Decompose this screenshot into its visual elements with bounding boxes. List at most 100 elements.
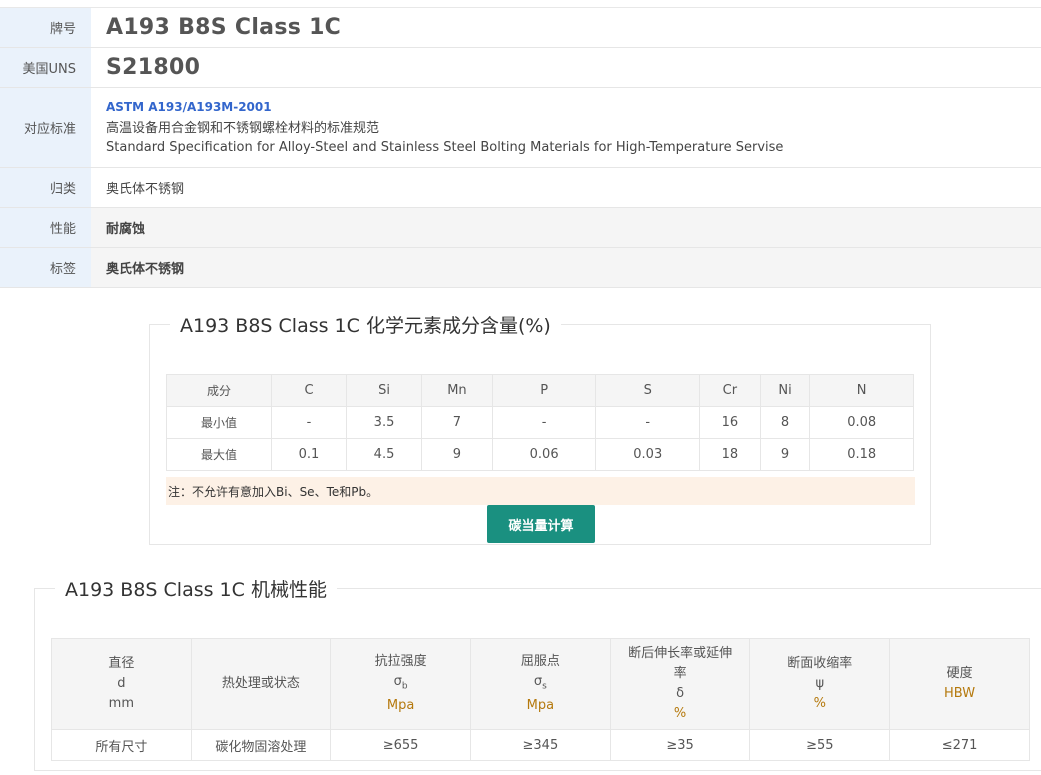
tag-row: 标签 奥氏体不锈钢	[0, 248, 1041, 288]
material-info-table: 牌号 A193 B8S Class 1C 美国UNS S21800 对应标准 A…	[0, 7, 1041, 288]
header-text: 屈服点	[520, 653, 560, 669]
sigma-symbol: σ	[533, 673, 543, 689]
chem-header-cell: P	[491, 374, 597, 407]
chem-header-cell: Mn	[421, 374, 493, 407]
uns-row: 美国UNS S21800	[0, 48, 1041, 88]
performance-value[interactable]: 耐腐蚀	[106, 218, 1041, 237]
chem-header-cell: 成分	[166, 374, 272, 407]
chem-header-cell: S	[595, 374, 701, 407]
grade-value: A193 B8S Class 1C	[106, 15, 342, 40]
chem-header-cell: Cr	[699, 374, 761, 407]
mech-cell: 所有尺寸	[51, 729, 192, 761]
symbol-subscript: b	[401, 681, 408, 692]
performance-row: 性能 耐腐蚀	[0, 208, 1041, 248]
mech-cell: ≥655	[330, 729, 471, 761]
standard-row: 对应标准 ASTM A193/A193M-2001 高温设备用合金钢和不锈钢螺栓…	[0, 88, 1041, 168]
symbol-subscript: s	[542, 681, 547, 692]
yield-header: 屈服点 σs Mpa	[469, 638, 611, 730]
chem-title-suffix: 化学元素成分含量(%)	[359, 315, 551, 337]
category-row: 归类 奥氏体不锈钢	[0, 168, 1041, 208]
diameter-header: 直径 d mm	[51, 638, 192, 730]
header-text: 断面收缩率	[787, 656, 853, 671]
chem-header-row: 成分 C Si Mn P S Cr Ni N	[166, 374, 914, 407]
mech-cell: ≤271	[889, 729, 1030, 761]
chem-cell: 0.03	[595, 438, 701, 471]
chem-cell: 最大值	[166, 438, 272, 471]
chem-cell: 0.1	[270, 438, 348, 471]
standard-label: 对应标准	[0, 88, 91, 167]
chem-cell: -	[270, 406, 348, 439]
header-unit: HBW	[944, 686, 976, 701]
mech-cell: 碳化物固溶处理	[190, 729, 332, 761]
chem-cell: 最小值	[166, 406, 272, 439]
chem-cell: 3.5	[346, 406, 423, 439]
chem-cell: 0.06	[491, 438, 597, 471]
chem-cell: -	[491, 406, 597, 439]
tag-label: 标签	[0, 248, 91, 287]
chem-cell: 7	[421, 406, 493, 439]
reduction-header: 断面收缩率 ψ %	[749, 638, 891, 730]
treatment-header: 热处理或状态	[190, 638, 332, 730]
mechanical-properties-title: A193 B8S Class 1C 机械性能	[55, 575, 337, 602]
chem-header-cell: Si	[346, 374, 423, 407]
category-label: 归类	[0, 168, 91, 207]
mechanical-properties-table: 直径 d mm 热处理或状态 抗拉强度 σb Mpa 屈服点 σs Mpa 断后…	[51, 638, 1030, 761]
mech-cell: ≥345	[469, 729, 611, 761]
mech-title-grade: A193 B8S Class 1C	[65, 579, 245, 601]
chem-cell: 9	[759, 438, 811, 471]
mechanical-properties-section: A193 B8S Class 1C 机械性能 直径 d mm 热处理或状态 抗拉…	[34, 575, 1041, 771]
tensile-header: 抗拉强度 σb Mpa	[330, 638, 471, 730]
chem-title-grade: A193 B8S Class 1C	[180, 315, 360, 337]
tag-value[interactable]: 奥氏体不锈钢	[106, 258, 1041, 277]
mech-data-row: 所有尺寸 碳化物固溶处理 ≥655 ≥345 ≥35 ≥55 ≤271	[51, 729, 1030, 761]
header-symbol: d	[117, 676, 126, 691]
chem-note: 注：不允许有意加入Bi、Se、Te和Pb。	[166, 477, 915, 505]
chem-header-cell: N	[809, 374, 914, 407]
chemical-composition-section: A193 B8S Class 1C 化学元素成分含量(%) 成分 C Si Mn…	[149, 311, 931, 545]
mech-header-row: 直径 d mm 热处理或状态 抗拉强度 σb Mpa 屈服点 σs Mpa 断后…	[51, 638, 1030, 730]
chem-cell: 0.08	[809, 406, 914, 439]
header-unit: %	[673, 706, 687, 721]
category-value: 奥氏体不锈钢	[106, 182, 185, 197]
uns-label: 美国UNS	[0, 48, 91, 87]
chem-cell: 8	[759, 406, 811, 439]
chem-header-cell: C	[270, 374, 348, 407]
chem-cell: 0.18	[809, 438, 914, 471]
chem-cell: 4.5	[346, 438, 423, 471]
header-unit: mm	[108, 696, 134, 711]
standard-code-link[interactable]: ASTM A193/A193M-2001	[106, 100, 1041, 114]
chem-cell: 16	[699, 406, 761, 439]
mech-title-suffix: 机械性能	[244, 579, 327, 601]
uns-value: S21800	[106, 55, 201, 80]
carbon-equivalent-button[interactable]: 碳当量计算	[487, 505, 595, 543]
chemical-composition-title: A193 B8S Class 1C 化学元素成分含量(%)	[170, 311, 561, 338]
header-unit: %	[813, 696, 826, 711]
chem-cell: -	[595, 406, 701, 439]
chem-max-row: 最大值 0.1 4.5 9 0.06 0.03 18 9 0.18	[166, 438, 914, 471]
header-symbol: ψ	[815, 676, 825, 691]
header-symbol: σb	[331, 672, 470, 697]
header-symbol: δ	[676, 686, 685, 701]
standard-title-en: Standard Specification for Alloy-Steel a…	[106, 140, 784, 155]
chem-min-row: 最小值 - 3.5 7 - - 16 8 0.08	[166, 406, 914, 439]
header-unit: Mpa	[526, 698, 555, 714]
mech-cell: ≥55	[749, 729, 891, 761]
grade-row: 牌号 A193 B8S Class 1C	[0, 8, 1041, 48]
sigma-symbol: σ	[393, 673, 402, 689]
elongation-header: 断后伸长率或延伸 率 δ %	[609, 638, 751, 730]
performance-label: 性能	[0, 208, 91, 247]
header-text: 抗拉强度	[374, 653, 427, 669]
hardness-header: 硬度 HBW	[889, 638, 1030, 730]
header-symbol: σs	[471, 672, 610, 697]
chem-cell: 18	[699, 438, 761, 471]
header-text: 硬度	[946, 666, 973, 681]
grade-label: 牌号	[0, 8, 91, 47]
standard-title-cn: 高温设备用合金钢和不锈钢螺栓材料的标准规范	[106, 121, 380, 136]
chem-header-cell: Ni	[759, 374, 811, 407]
header-text: 断后伸长率或延伸	[628, 646, 733, 661]
header-text: 直径	[108, 656, 135, 671]
header-unit: Mpa	[386, 698, 415, 714]
header-text-cont: 率	[673, 666, 687, 681]
mech-cell: ≥35	[609, 729, 751, 761]
chemical-composition-table: 成分 C Si Mn P S Cr Ni N 最小值 - 3.5 7 - - 1…	[166, 374, 914, 471]
